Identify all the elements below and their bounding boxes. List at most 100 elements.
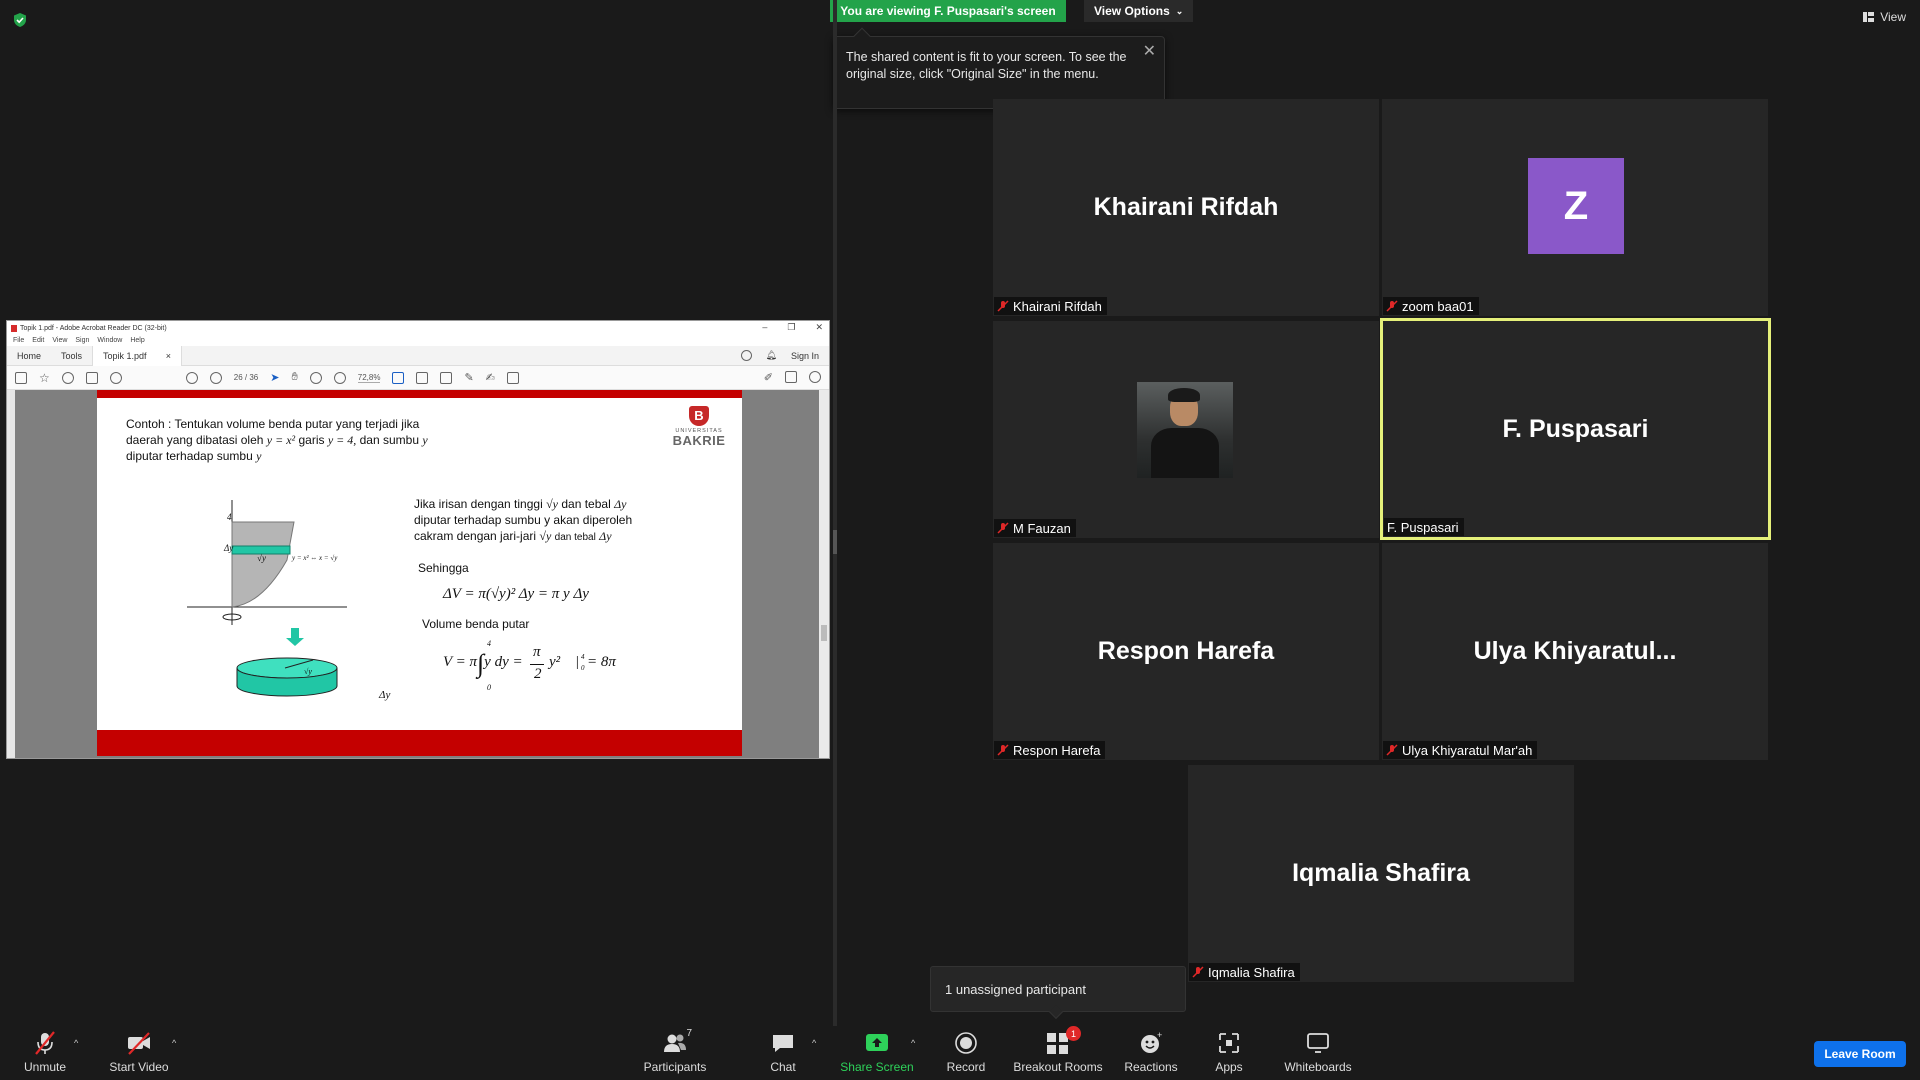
university-crest-icon: B <box>689 406 709 426</box>
fraction-bar <box>530 664 544 665</box>
divider-handle[interactable] <box>833 530 837 554</box>
fill-sign-icon[interactable]: ✐ <box>764 371 773 384</box>
tab-home[interactable]: Home <box>7 346 51 366</box>
down-arrow-icon <box>286 628 304 646</box>
scrollbar-thumb[interactable] <box>821 625 827 641</box>
share-screen-button[interactable]: Share Screen <box>840 1026 914 1080</box>
unmute-button[interactable]: Unmute <box>18 1026 72 1080</box>
pdf-file-icon <box>11 324 17 332</box>
close-icon[interactable]: ✕ <box>1143 43 1156 60</box>
example-line-1: Contoh : Tentukan volume benda putar yan… <box>126 417 420 431</box>
page-footer-bar <box>97 730 742 756</box>
apps-button[interactable]: Apps <box>1212 1026 1246 1080</box>
r1-c: Δy <box>614 497 627 511</box>
hand-tool-icon[interactable]: ✋︎ <box>291 371 297 384</box>
page-current: 26 <box>233 373 243 382</box>
menu-edit[interactable]: Edit <box>32 337 44 344</box>
page-down-icon[interactable] <box>209 371 222 384</box>
bell-icon[interactable]: 🔔︎ <box>766 350 777 361</box>
bookmark-star-icon[interactable]: ☆ <box>39 371 50 385</box>
zoom-out-icon[interactable] <box>309 371 322 384</box>
email-icon[interactable] <box>785 371 797 383</box>
help-icon[interactable] <box>740 350 752 361</box>
close-window-icon[interactable]: ✕ <box>815 322 823 333</box>
vertical-scrollbar[interactable] <box>819 390 829 758</box>
fit-page-icon[interactable] <box>392 371 405 384</box>
tab-document[interactable]: Topik 1.pdf × <box>92 345 183 366</box>
menu-sign[interactable]: Sign <box>75 337 89 344</box>
volume-graph <box>187 500 347 697</box>
zoom-select[interactable]: 72,8% <box>357 373 381 383</box>
page-number-input[interactable]: 26 / 36 <box>234 373 258 382</box>
tab-close-icon[interactable]: × <box>166 351 171 361</box>
acrobat-tabbar: Home Tools Topik 1.pdf × 🔔︎ Sign In <box>7 345 829 366</box>
minimize-icon[interactable]: – <box>762 322 767 333</box>
leave-room-button[interactable]: Leave Room <box>1814 1041 1906 1067</box>
reactions-button[interactable]: + Reactions <box>1124 1026 1178 1080</box>
video-tile-f-puspasari[interactable]: F. Puspasari F. Puspasari <box>1380 318 1771 540</box>
menu-file[interactable]: File <box>13 337 24 344</box>
tab-tools[interactable]: Tools <box>51 346 92 366</box>
video-tile-khairani[interactable]: Khairani Rifdah Khairani Rifdah <box>993 99 1379 316</box>
share-user-icon[interactable] <box>809 371 821 383</box>
save-icon[interactable] <box>15 371 27 384</box>
video-tile-zoom-baa01[interactable]: Z zoom baa01 <box>1382 99 1768 316</box>
chat-bubble-icon <box>773 1035 793 1052</box>
sehingga-label: Sehingga <box>418 561 469 575</box>
video-options-caret-icon[interactable]: ^ <box>172 1038 176 1048</box>
comment-icon[interactable] <box>440 371 453 384</box>
right-line-3: cakram dengan jari-jari √y dan tebal Δy <box>414 528 612 546</box>
participant-name-label: F. Puspasari <box>1384 518 1464 536</box>
view-options-button[interactable]: View Options ⌄ <box>1084 0 1194 22</box>
participant-name-label: Iqmalia Shafira <box>1189 963 1300 981</box>
split-view-divider[interactable] <box>833 0 837 1026</box>
r3-a: cakram dengan jari-jari <box>414 529 537 543</box>
participant-name: Iqmalia Shafira <box>1208 964 1295 980</box>
menu-window[interactable]: Window <box>97 337 122 344</box>
breakout-rooms-button[interactable]: 1 Breakout Rooms <box>1013 1026 1103 1080</box>
print-icon[interactable] <box>85 371 98 384</box>
avatar: Z <box>1528 158 1624 254</box>
whiteboards-button[interactable]: Whiteboards <box>1282 1026 1354 1080</box>
record-button[interactable]: Record <box>945 1026 987 1080</box>
breakout-icon-wrap: 1 <box>1045 1026 1081 1056</box>
muted-mic-icon <box>1386 744 1398 756</box>
acrobat-titlebar: Topik 1.pdf - Adobe Acrobat Reader DC (3… <box>7 321 829 335</box>
audio-options-caret-icon[interactable]: ^ <box>74 1038 78 1048</box>
disk-label-sqrt: √y <box>304 667 312 676</box>
page-up-icon[interactable] <box>185 371 198 384</box>
view-layout-button[interactable]: View <box>1863 10 1906 24</box>
notice-text: 1 unassigned participant <box>945 981 1086 997</box>
zoom-in-icon[interactable] <box>333 371 346 384</box>
draw-icon[interactable]: ✍︎ <box>486 371 495 384</box>
chat-options-caret-icon[interactable]: ^ <box>812 1038 816 1048</box>
left-panel-strip[interactable] <box>7 390 15 758</box>
participant-name-label: Respon Harefa <box>994 741 1106 759</box>
notice-arrow <box>1048 1004 1064 1020</box>
menu-help[interactable]: Help <box>130 337 144 344</box>
formula-delta-v: ΔV = π(√y)² Δy = π y Δy <box>443 586 589 602</box>
menu-view[interactable]: View <box>52 337 67 344</box>
restore-icon[interactable]: ❐ <box>787 322 795 333</box>
document-viewport[interactable]: B UNIVERSITAS BAKRIE Contoh : Tentukan v… <box>7 390 829 758</box>
unassigned-participant-notice[interactable]: 1 unassigned participant <box>930 966 1186 1020</box>
view-label: View <box>1880 10 1906 24</box>
start-video-button[interactable]: Start Video <box>106 1026 172 1080</box>
scroll-mode-icon[interactable] <box>416 371 429 384</box>
f2-e: y² <box>549 654 561 670</box>
video-tile-iqmalia[interactable]: Iqmalia Shafira Iqmalia Shafira <box>1188 765 1574 982</box>
participant-display-name: F. Puspasari <box>1502 414 1649 443</box>
video-tile-respon-harefa[interactable]: Respon Harefa Respon Harefa <box>993 543 1379 760</box>
sign-in-button[interactable]: Sign In <box>791 351 819 361</box>
participants-button[interactable]: 7 Participants <box>640 1026 710 1080</box>
select-cursor-icon[interactable]: ➤ <box>270 371 279 384</box>
video-tile-ulya[interactable]: Ulya Khiyaratul... Ulya Khiyaratul Mar'a… <box>1382 543 1768 760</box>
stamp-icon[interactable] <box>506 371 519 384</box>
cloud-upload-icon[interactable] <box>61 371 74 384</box>
security-shield-icon[interactable] <box>12 12 28 28</box>
share-options-caret-icon[interactable]: ^ <box>911 1038 915 1048</box>
zoom-search-icon[interactable] <box>109 371 122 384</box>
video-tile-m-fauzan[interactable]: M Fauzan <box>993 321 1379 538</box>
chat-button[interactable]: Chat <box>765 1026 801 1080</box>
highlight-pen-icon[interactable]: ✎ <box>464 371 473 384</box>
